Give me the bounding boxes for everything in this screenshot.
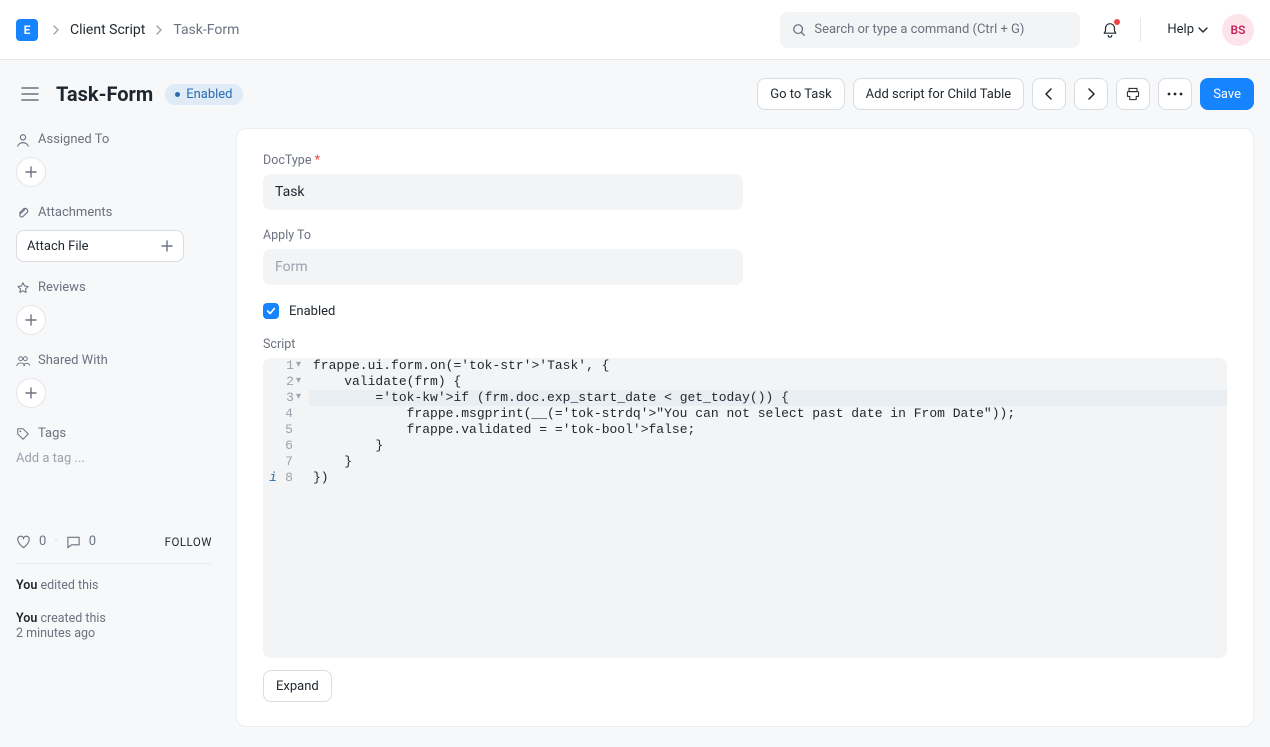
save-button[interactable]: Save [1200, 78, 1254, 110]
script-label: Script [263, 337, 1227, 352]
add-tag-input[interactable]: Add a tag ... [16, 451, 212, 466]
add-child-script-button[interactable]: Add script for Child Table [853, 78, 1025, 110]
enabled-label: Enabled [289, 304, 335, 319]
page-title: Task-Form [56, 82, 153, 106]
assigned-to-label: Assigned To [38, 132, 109, 147]
user-avatar[interactable]: BS [1222, 14, 1254, 46]
go-to-task-button[interactable]: Go to Task [757, 78, 844, 110]
star-icon [16, 281, 30, 295]
heart-icon[interactable] [16, 535, 31, 549]
help-label: Help [1167, 22, 1194, 37]
breadcrumb: Client Script Task-Form [52, 22, 239, 38]
status-label: Enabled [186, 87, 232, 102]
apply-to-label: Apply To [263, 228, 743, 243]
tags-label: Tags [38, 426, 66, 441]
chevron-right-icon [155, 25, 163, 35]
top-navbar: E Client Script Task-Form Search or type… [0, 0, 1270, 60]
notifications-button[interactable] [1094, 14, 1126, 46]
tag-icon [16, 427, 30, 441]
follow-button[interactable]: FOLLOW [165, 535, 212, 549]
app-logo[interactable]: E [16, 19, 38, 41]
add-review-button[interactable] [16, 305, 46, 335]
paperclip-icon [16, 206, 30, 220]
chevron-down-icon [1198, 26, 1208, 34]
enabled-checkbox[interactable] [263, 303, 279, 319]
next-button[interactable] [1074, 78, 1108, 110]
attachments-label: Attachments [38, 205, 112, 220]
doctype-label: DocType * [263, 153, 743, 168]
likes-count: 0 [39, 534, 46, 549]
expand-button[interactable]: Expand [263, 670, 332, 702]
engagement-row: 0 · 0 FOLLOW [16, 534, 212, 549]
apply-to-select[interactable]: Form [263, 249, 743, 285]
nav-divider [1140, 18, 1141, 42]
comments-count: 0 [89, 534, 96, 549]
print-button[interactable] [1116, 78, 1150, 110]
form-card: DocType * Task Apply To Form Enabled Scr… [236, 128, 1254, 727]
breadcrumb-current: Task-Form [173, 22, 239, 38]
plus-icon [161, 240, 173, 252]
sidebar-toggle-button[interactable] [16, 80, 44, 108]
comment-icon[interactable] [66, 535, 81, 549]
page-header: Task-Form Enabled Go to Task Add script … [0, 60, 1270, 128]
script-code-editor[interactable]: 1▾frappe.ui.form.on(='tok-str'>'Task', {… [263, 358, 1227, 658]
search-icon [792, 23, 806, 37]
shared-with-label: Shared With [38, 353, 108, 368]
attach-file-label: Attach File [27, 239, 89, 254]
doctype-input[interactable]: Task [263, 174, 743, 210]
prev-button[interactable] [1032, 78, 1066, 110]
notification-dot-icon [1114, 19, 1120, 25]
chevron-right-icon [52, 25, 60, 35]
more-menu-button[interactable] [1158, 78, 1192, 110]
activity-created: You created this 2 minutes ago [16, 611, 212, 641]
user-icon [16, 133, 30, 147]
add-assignee-button[interactable] [16, 157, 46, 187]
left-sidebar: Assigned To Attachments Attach File [16, 128, 212, 641]
help-dropdown[interactable]: Help [1167, 22, 1208, 37]
attach-file-button[interactable]: Attach File [16, 230, 184, 262]
reviews-label: Reviews [38, 280, 86, 295]
activity-edited: You edited this [16, 578, 212, 593]
search-placeholder: Search or type a command (Ctrl + G) [814, 22, 1024, 37]
breadcrumb-parent[interactable]: Client Script [70, 22, 145, 38]
add-share-button[interactable] [16, 378, 46, 408]
users-icon [16, 354, 30, 368]
global-search-input[interactable]: Search or type a command (Ctrl + G) [780, 12, 1080, 48]
status-pill: Enabled [165, 84, 242, 105]
status-dot-icon [175, 92, 180, 97]
